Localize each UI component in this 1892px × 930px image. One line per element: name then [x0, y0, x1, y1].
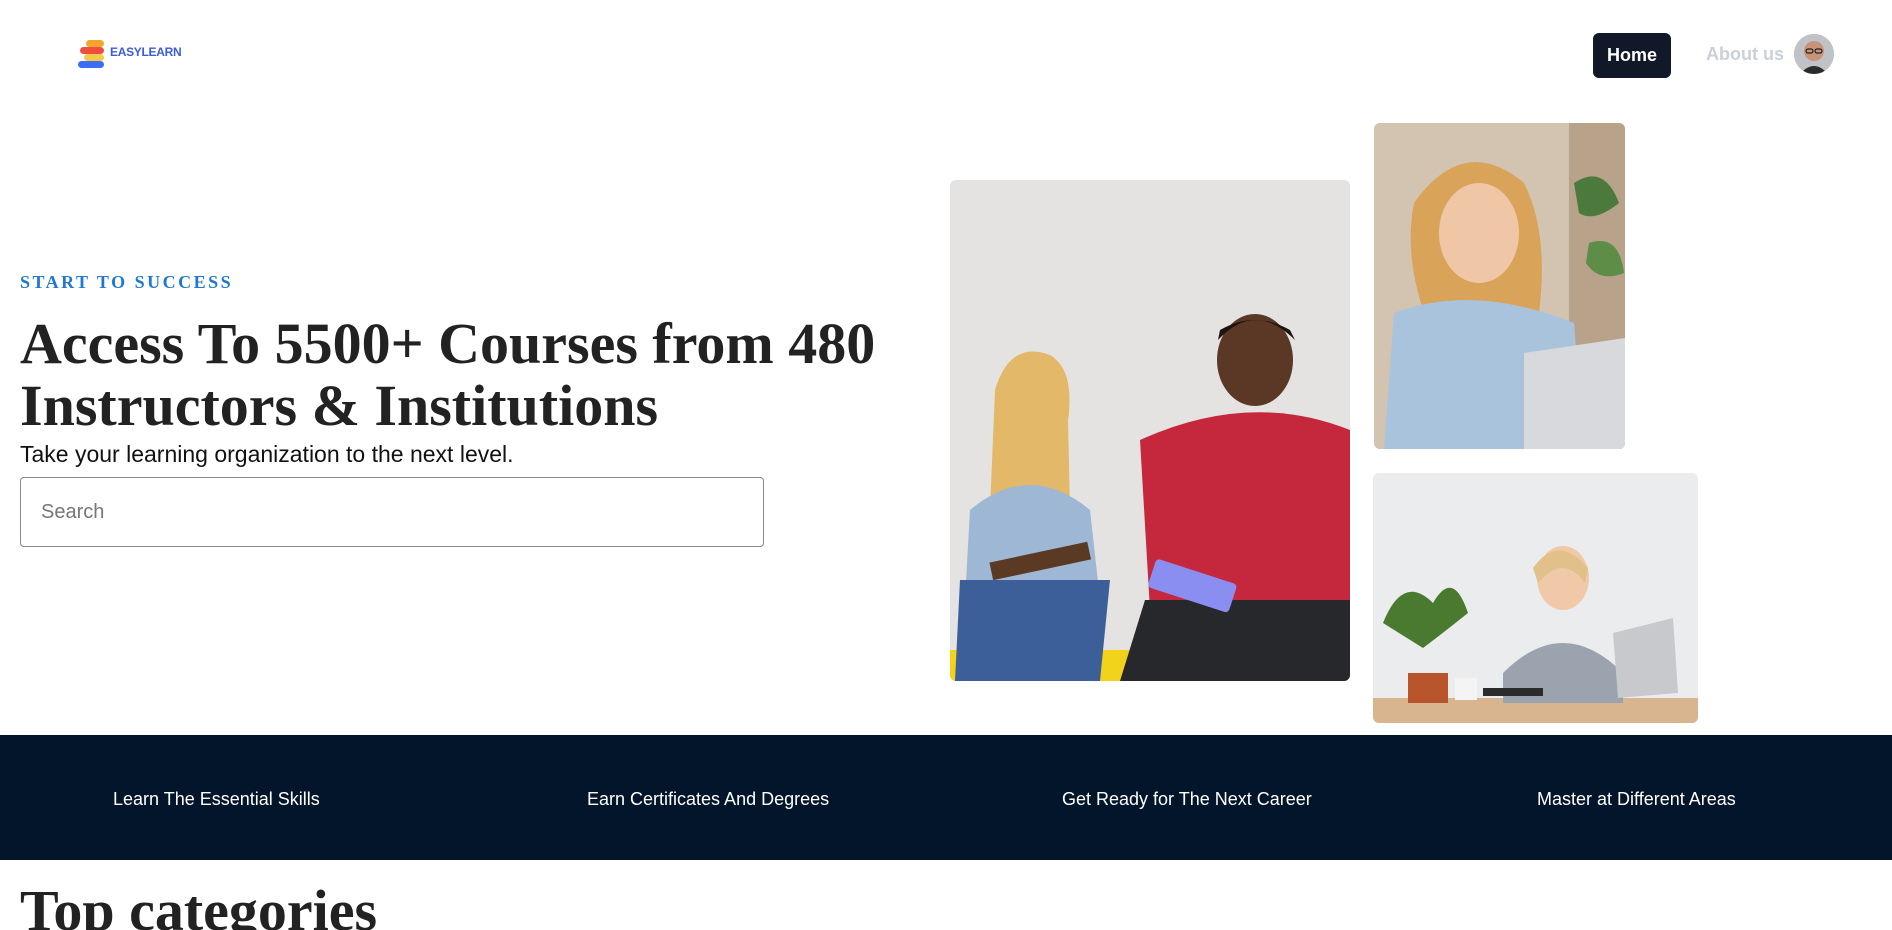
top-categories-title: Top categories [20, 878, 378, 930]
hero-eyebrow: START TO SUCCESS [20, 272, 234, 292]
feature-different-areas: Master at Different Areas [1537, 789, 1736, 809]
nav-home-button[interactable]: Home [1593, 33, 1671, 78]
feature-essential-skills: Learn The Essential Skills [113, 789, 320, 809]
brand-name: EASYLEARN [110, 45, 182, 59]
hero-subtitle: Take your learning organization to the n… [20, 441, 514, 467]
site-header: EASYLEARN Home About us [0, 0, 1892, 110]
features-banner: Learn The Essential Skills Earn Certific… [0, 735, 1892, 860]
feature-certificates: Earn Certificates And Degrees [587, 789, 830, 809]
feature-next-career: Get Ready for The Next Career [1062, 789, 1312, 809]
brand-logo[interactable]: EASYLEARN [76, 38, 182, 68]
hero-title: Access To 5500+ Courses from 480 Instruc… [20, 311, 876, 438]
hero-photo-laptop-woman [1374, 123, 1625, 449]
hero-photo-studying-woman [1373, 473, 1698, 723]
hero-photo-discussion [950, 180, 1350, 681]
search-input[interactable] [20, 477, 764, 547]
books-logo-icon [76, 38, 106, 68]
nav-about-link[interactable]: About us [1706, 44, 1784, 65]
user-avatar[interactable] [1794, 34, 1834, 74]
